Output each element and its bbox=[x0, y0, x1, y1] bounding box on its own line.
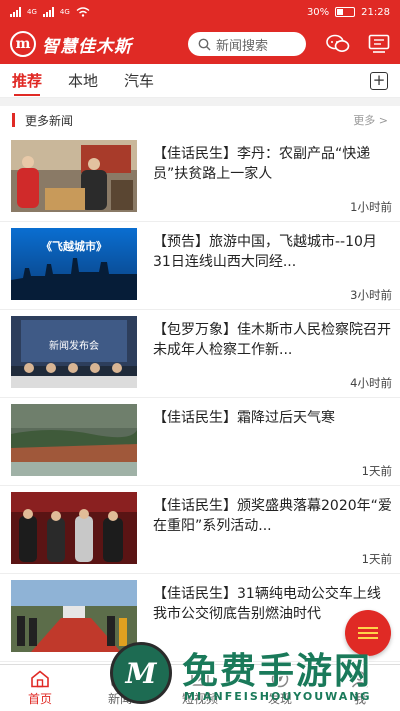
section-title: 更多新闻 bbox=[25, 113, 74, 128]
thumbnail-caption: 《飞越城市》 bbox=[41, 239, 107, 253]
more-link[interactable]: 更多 > bbox=[353, 112, 388, 128]
search-icon bbox=[198, 38, 211, 50]
bottom-tab-discover[interactable]: 发现 bbox=[240, 665, 320, 711]
tab-recommend[interactable]: 推荐 bbox=[12, 64, 42, 98]
thumbnail-caption: 新闻发布会 bbox=[49, 339, 99, 352]
search-box[interactable]: 新闻搜索 bbox=[188, 32, 306, 56]
news-headline: 【包罗万象】佳木斯市人民检察院召开未成年人检察工作新... bbox=[153, 322, 391, 358]
news-list: 【佳话民生】李丹：农副产品“快递员”扶贫路上一家人 1小时前 《飞越城市》 【预… bbox=[0, 134, 400, 662]
news-item[interactable]: 新闻发布会 【包罗万象】佳木斯市人民检察院召开未成年人检察工作新... 4小时前 bbox=[0, 310, 400, 398]
news-headline: 【佳话民生】李丹：农副产品“快递员”扶贫路上一家人 bbox=[153, 146, 371, 182]
tab-auto[interactable]: 汽车 bbox=[124, 64, 154, 98]
menu-stripe bbox=[358, 632, 378, 634]
news-headline: 【预告】旅游中国，飞越城市--10月31日连线山西大同经... bbox=[153, 234, 377, 270]
menu-stripe bbox=[358, 627, 378, 629]
news-time: 1天前 bbox=[361, 552, 392, 566]
user-icon bbox=[351, 670, 369, 687]
bottom-tab-bar: 首页 新闻 短视频 发现 我 bbox=[0, 664, 400, 711]
chat-icon[interactable] bbox=[326, 34, 350, 54]
news-thumbnail bbox=[11, 492, 137, 564]
section-header: 更多新闻 更多 > bbox=[0, 106, 400, 134]
bottom-tab-label: 短视频 bbox=[181, 691, 218, 706]
news-time: 1小时前 bbox=[350, 200, 392, 214]
category-tabs: 推荐 本地 汽车 + bbox=[0, 64, 400, 98]
section-bar bbox=[12, 113, 15, 127]
bottom-tab-label: 首页 bbox=[27, 691, 52, 706]
search-placeholder: 新闻搜索 bbox=[216, 38, 269, 54]
divider bbox=[0, 98, 400, 106]
bottom-tab-label: 发现 bbox=[267, 691, 292, 706]
status-bar: 4G 4G 30% 21:28 bbox=[0, 0, 400, 24]
news-thumbnail bbox=[11, 140, 137, 212]
bottom-tab-news[interactable]: 新闻 bbox=[80, 665, 160, 711]
app-logo[interactable]: m 智慧佳木斯 bbox=[10, 31, 170, 57]
news-time: 1天前 bbox=[361, 464, 392, 478]
news-item[interactable]: 【佳话民生】霜降过后天气寒 1天前 bbox=[0, 398, 400, 486]
news-thumbnail: 新闻发布会 bbox=[11, 316, 137, 388]
logo-mark-icon: m bbox=[10, 31, 36, 57]
network-label-right: 4G bbox=[59, 8, 70, 16]
bottom-tab-short-video[interactable]: 短视频 bbox=[160, 665, 240, 711]
app-header: m 智慧佳木斯 新闻搜索 bbox=[0, 24, 400, 64]
battery-icon bbox=[335, 7, 356, 17]
news-thumbnail: 《飞越城市》 bbox=[11, 228, 137, 300]
news-time: 3小时前 bbox=[350, 288, 392, 302]
news-headline: 【佳话民生】颁奖盛典落幕2020年“爱在重阳”系列活动... bbox=[153, 498, 392, 534]
floating-menu-button[interactable] bbox=[345, 610, 391, 656]
clock: 21:28 bbox=[361, 6, 390, 18]
signal-icon-2 bbox=[42, 7, 54, 17]
bottom-tab-label: 我 bbox=[353, 691, 366, 706]
news-thumbnail bbox=[11, 404, 137, 476]
tab-local[interactable]: 本地 bbox=[68, 64, 98, 98]
video-icon bbox=[191, 671, 209, 686]
app-name: 智慧佳木斯 bbox=[42, 36, 132, 57]
battery-percent: 30% bbox=[306, 6, 330, 18]
news-item[interactable]: 【佳话民生】颁奖盛典落幕2020年“爱在重阳”系列活动... 1天前 bbox=[0, 486, 400, 574]
news-thumbnail bbox=[11, 580, 137, 652]
news-item[interactable]: 《飞越城市》 【预告】旅游中国，飞越城市--10月31日连线山西大同经... 3… bbox=[0, 222, 400, 310]
network-label-left: 4G bbox=[27, 8, 37, 16]
news-time: 4小时前 bbox=[350, 376, 392, 390]
wifi-icon bbox=[76, 7, 90, 17]
news-item[interactable]: 【佳话民生】31辆纯电动公交车上线 我市公交彻底告别燃油时代 bbox=[0, 574, 400, 662]
news-headline: 【佳话民生】霜降过后天气寒 bbox=[153, 410, 335, 426]
signal-icon bbox=[10, 7, 21, 17]
bottom-tab-home[interactable]: 首页 bbox=[0, 665, 80, 711]
tv-icon[interactable] bbox=[368, 34, 390, 54]
news-icon bbox=[111, 670, 129, 687]
bottom-tab-label: 新闻 bbox=[107, 691, 132, 706]
bottom-tab-me[interactable]: 我 bbox=[320, 665, 400, 711]
home-icon bbox=[31, 669, 49, 687]
add-tab-icon[interactable]: + bbox=[370, 71, 388, 90]
compass-icon bbox=[271, 670, 289, 687]
menu-stripe bbox=[358, 637, 378, 639]
news-item[interactable]: 【佳话民生】李丹：农副产品“快递员”扶贫路上一家人 1小时前 bbox=[0, 134, 400, 222]
